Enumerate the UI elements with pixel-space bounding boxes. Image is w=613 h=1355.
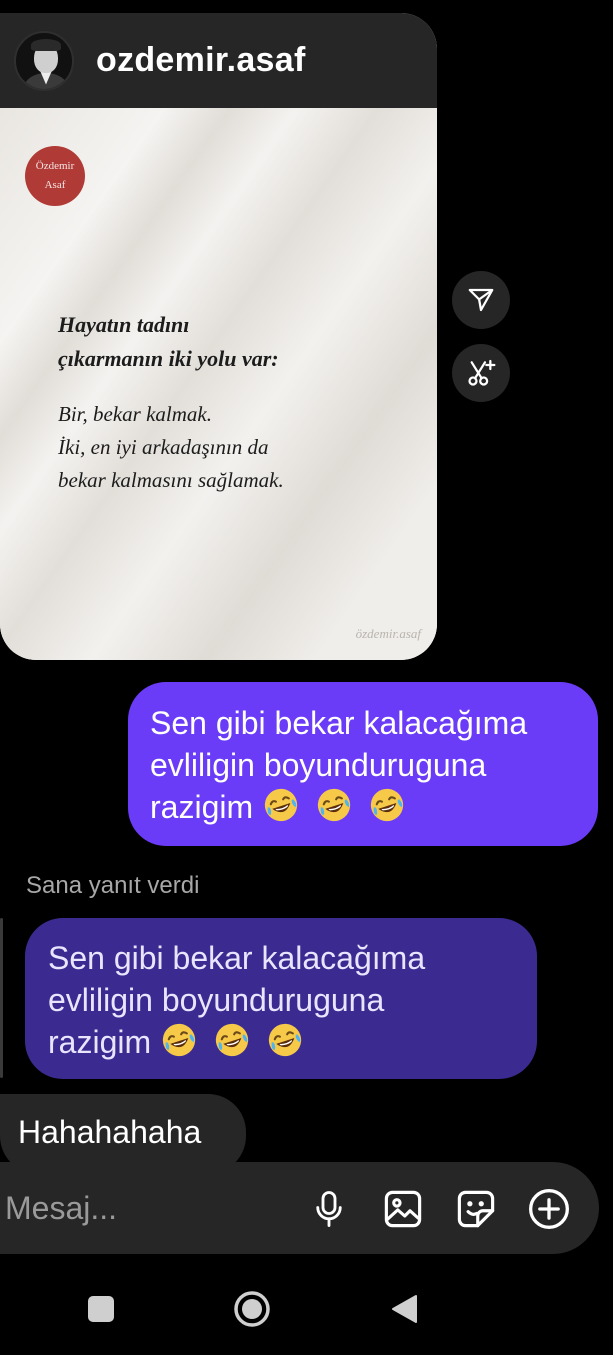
quote-text: Hayatın tadını çıkarmanın iki yolu var: …: [58, 308, 408, 497]
reply-label: Sana yanıt verdi: [26, 872, 200, 899]
avatar[interactable]: [14, 30, 74, 91]
remix-button[interactable]: [452, 344, 510, 402]
quoted-line-3: razigim: [48, 1024, 152, 1060]
post-username[interactable]: ozdemir.asaf: [96, 41, 306, 80]
recents-button[interactable]: [81, 1289, 121, 1329]
quote-title-line-1: Hayatın tadını: [58, 312, 190, 337]
watermark: özdemir.asaf: [355, 626, 421, 641]
home-button[interactable]: [232, 1289, 272, 1329]
brand-badge: Özdemir Asaf: [25, 146, 85, 206]
microphone-icon: [316, 1191, 342, 1227]
badge-line-2: Asaf: [44, 179, 66, 191]
laughing-emoji-icon: [264, 788, 298, 822]
quoted-line-2: evliligin boyunduruguna: [48, 982, 385, 1018]
quoted-line-1: Sen gibi bekar kalacağıma: [48, 940, 426, 976]
quote-body-line-2: İki, en iyi arkadaşının da: [58, 435, 269, 459]
share-button[interactable]: [452, 271, 510, 329]
laughing-emoji-icon: [370, 788, 403, 822]
quote-body-line-3: bekar kalmasını sağlamak.: [58, 468, 284, 492]
post-image[interactable]: Özdemir Asaf Hayatın tadını çıkarmanın i…: [0, 108, 437, 660]
plus-circle-icon: [529, 1189, 569, 1229]
badge-line-1: Özdemir: [35, 160, 75, 173]
laughing-emoji-icon: [317, 788, 351, 822]
sent-line-1: Sen gibi bekar kalacağıma: [150, 705, 528, 741]
sticker-button[interactable]: [453, 1186, 499, 1232]
quoted-message[interactable]: Sen gibi bekar kalacağıma evliligin boyu…: [25, 918, 537, 1079]
triangle-back-icon: [392, 1295, 417, 1323]
sent-line-2: evliligin boyunduruguna: [150, 747, 487, 783]
received-text: Hahahahaha: [18, 1114, 202, 1150]
send-icon: [468, 288, 494, 312]
post-header[interactable]: ozdemir.asaf: [0, 13, 437, 108]
message-input[interactable]: [5, 1186, 295, 1230]
microphone-button[interactable]: [306, 1186, 352, 1232]
quote-body-line-1: Bir, bekar kalmak.: [58, 402, 212, 426]
sent-line-3: razigim: [150, 789, 254, 825]
laughing-emoji-icon: [162, 1023, 196, 1057]
reply-indicator-bar: [0, 918, 3, 1078]
image-icon: [384, 1190, 422, 1228]
laughing-emoji-icon: [215, 1023, 249, 1057]
shared-post[interactable]: ozdemir.asaf Özdemir Asaf Hayatın tadını…: [0, 13, 437, 660]
add-button[interactable]: [526, 1186, 572, 1232]
system-nav-bar: [0, 1255, 613, 1355]
back-button[interactable]: [384, 1289, 424, 1329]
sent-message[interactable]: Sen gibi bekar kalacağıma evliligin boyu…: [128, 682, 598, 846]
message-composer: [0, 1162, 599, 1254]
laughing-emoji-icon: [268, 1023, 301, 1057]
laughing-emoji-row: [262, 788, 412, 825]
quote-title-line-2: çıkarmanın iki yolu var:: [58, 346, 279, 371]
square-icon: [88, 1296, 114, 1322]
scissors-sparkle-icon: [468, 359, 496, 386]
laughing-emoji-row: [160, 1023, 310, 1060]
sticker-icon: [457, 1190, 495, 1228]
gallery-button[interactable]: [380, 1186, 426, 1232]
circle-icon: [234, 1291, 270, 1327]
